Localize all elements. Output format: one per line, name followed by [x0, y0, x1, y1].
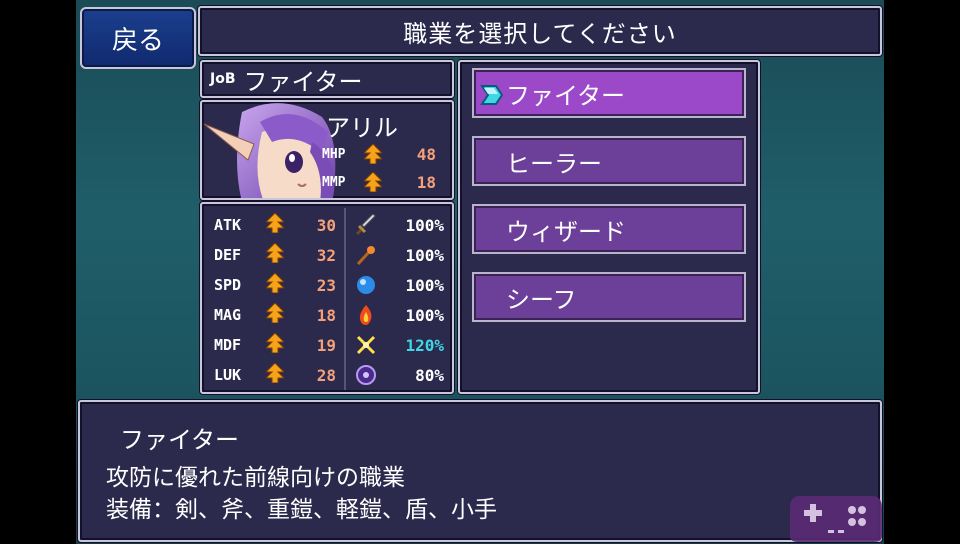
boost-arrow-icon	[364, 144, 382, 164]
stat-value: 18	[316, 305, 336, 325]
boost-arrow-icon	[266, 333, 284, 357]
character-name: アリル	[326, 114, 398, 142]
stat-row: MDF 19 120%	[202, 330, 452, 360]
resistance-value: 100%	[405, 215, 444, 235]
stat-row: ATK 30 100%	[202, 210, 452, 240]
job-option-label: ヒーラー	[506, 149, 602, 178]
job-option-label: シーフ	[506, 285, 577, 314]
boost-arrow-icon	[266, 273, 284, 297]
boost-arrow-icon	[266, 243, 284, 267]
stat-row: LUK 28 80%	[202, 360, 452, 390]
boost-arrow-icon	[266, 213, 284, 237]
mmp-label: MMP	[322, 174, 346, 190]
description-panel: ファイター 攻防に優れた前線向けの職業 装備：剣、斧、重鎧、軽鎧、盾、小手	[78, 400, 882, 542]
fire-icon	[354, 303, 378, 327]
mhp-value: 48	[416, 144, 436, 164]
job-option-label: ファイター	[506, 81, 626, 110]
mhp-row: MHP 48	[322, 144, 436, 164]
resistance-value: 120%	[405, 335, 444, 355]
selection-cursor-icon	[480, 85, 504, 105]
job-tag: JoB	[210, 71, 236, 87]
mmp-value: 18	[416, 172, 436, 192]
stat-row: DEF 32 100%	[202, 240, 452, 270]
stat-value: 19	[316, 335, 336, 355]
stat-label: SPD	[214, 276, 242, 294]
stat-value: 32	[316, 245, 336, 265]
stat-label: ATK	[214, 216, 242, 234]
resistance-value: 100%	[405, 305, 444, 325]
stat-label: LUK	[214, 366, 242, 384]
resistance-value: 100%	[405, 275, 444, 295]
page-title: 職業を選択してください	[198, 6, 882, 56]
character-portrait-panel: アリル MHP 48 MMP 18	[200, 100, 454, 200]
stat-label: MDF	[214, 336, 242, 354]
stat-row: MAG 18 100%	[202, 300, 452, 330]
boost-arrow-icon	[266, 303, 284, 327]
job-option-label: ウィザード	[506, 217, 626, 246]
back-button[interactable]: 戻る	[80, 7, 196, 69]
resistance-value: 100%	[405, 245, 444, 265]
current-job-name: ファイター	[243, 67, 363, 96]
job-list-panel: ファイターヒーラーウィザードシーフ	[458, 60, 760, 394]
description-title: ファイター	[120, 426, 240, 454]
stat-label: DEF	[214, 246, 242, 264]
job-option[interactable]: ファイター	[472, 68, 746, 118]
description-line-1: 攻防に優れた前線向けの職業	[106, 465, 405, 491]
boost-arrow-icon	[266, 363, 284, 387]
stat-row: SPD 23 100%	[202, 270, 452, 300]
description-line-2: 装備：剣、斧、重鎧、軽鎧、盾、小手	[106, 497, 497, 523]
stat-value: 23	[316, 275, 336, 295]
stat-value: 30	[316, 215, 336, 235]
gamepad-icon[interactable]	[790, 490, 882, 542]
job-option[interactable]: シーフ	[472, 272, 746, 322]
stat-value: 28	[316, 365, 336, 385]
sword-icon	[354, 213, 378, 237]
staff-icon	[354, 243, 378, 267]
mmp-row: MMP 18	[322, 172, 436, 192]
mhp-label: MHP	[322, 146, 346, 162]
stats-panel: ATK 30 100% DEF 32 100% SPD 23 100% MAG 18 100% MDF 1…	[200, 202, 454, 394]
lightning-icon	[354, 333, 378, 357]
resistance-value: 80%	[415, 365, 444, 385]
dark-orb-icon	[354, 363, 378, 387]
boost-arrow-icon	[364, 172, 382, 192]
job-option[interactable]: ウィザード	[472, 204, 746, 254]
water-gem-icon	[354, 273, 378, 297]
current-job-bar: JoB ファイター	[200, 60, 454, 98]
job-option[interactable]: ヒーラー	[472, 136, 746, 186]
stat-label: MAG	[214, 306, 242, 324]
